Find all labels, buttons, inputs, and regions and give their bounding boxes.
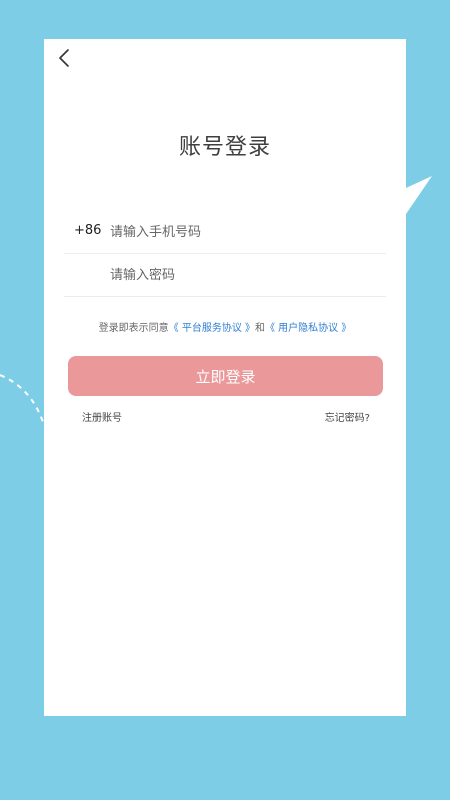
dashed-path-decoration xyxy=(0,374,45,426)
privacy-agreement-link[interactable]: 《 用户隐私协议 》 xyxy=(265,323,351,334)
country-code-prefix: +86 xyxy=(74,223,102,238)
agreement-connector: 和 xyxy=(255,323,265,334)
paper-plane-icon xyxy=(406,176,432,214)
agreement-prefix: 登录即表示同意 xyxy=(98,323,169,334)
phone-input[interactable] xyxy=(110,219,370,245)
login-button[interactable]: 立即登录 xyxy=(68,356,383,396)
agreement-text: 登录即表示同意《 平台服务协议 》和《 用户隐私协议 》 xyxy=(44,319,406,334)
phone-field: +86 xyxy=(64,211,386,254)
login-card: 账号登录 +86 登录即表示同意《 平台服务协议 》和《 用户隐私协议 》 立即… xyxy=(44,39,406,716)
forgot-password-link[interactable]: 忘记密码? xyxy=(325,409,370,424)
password-input[interactable] xyxy=(110,262,370,288)
page-title: 账号登录 xyxy=(178,135,271,160)
service-agreement-link[interactable]: 《 平台服务协议 》 xyxy=(169,323,255,334)
chevron-left-icon[interactable] xyxy=(54,47,76,69)
password-field xyxy=(64,254,386,297)
register-link[interactable]: 注册账号 xyxy=(82,409,122,424)
